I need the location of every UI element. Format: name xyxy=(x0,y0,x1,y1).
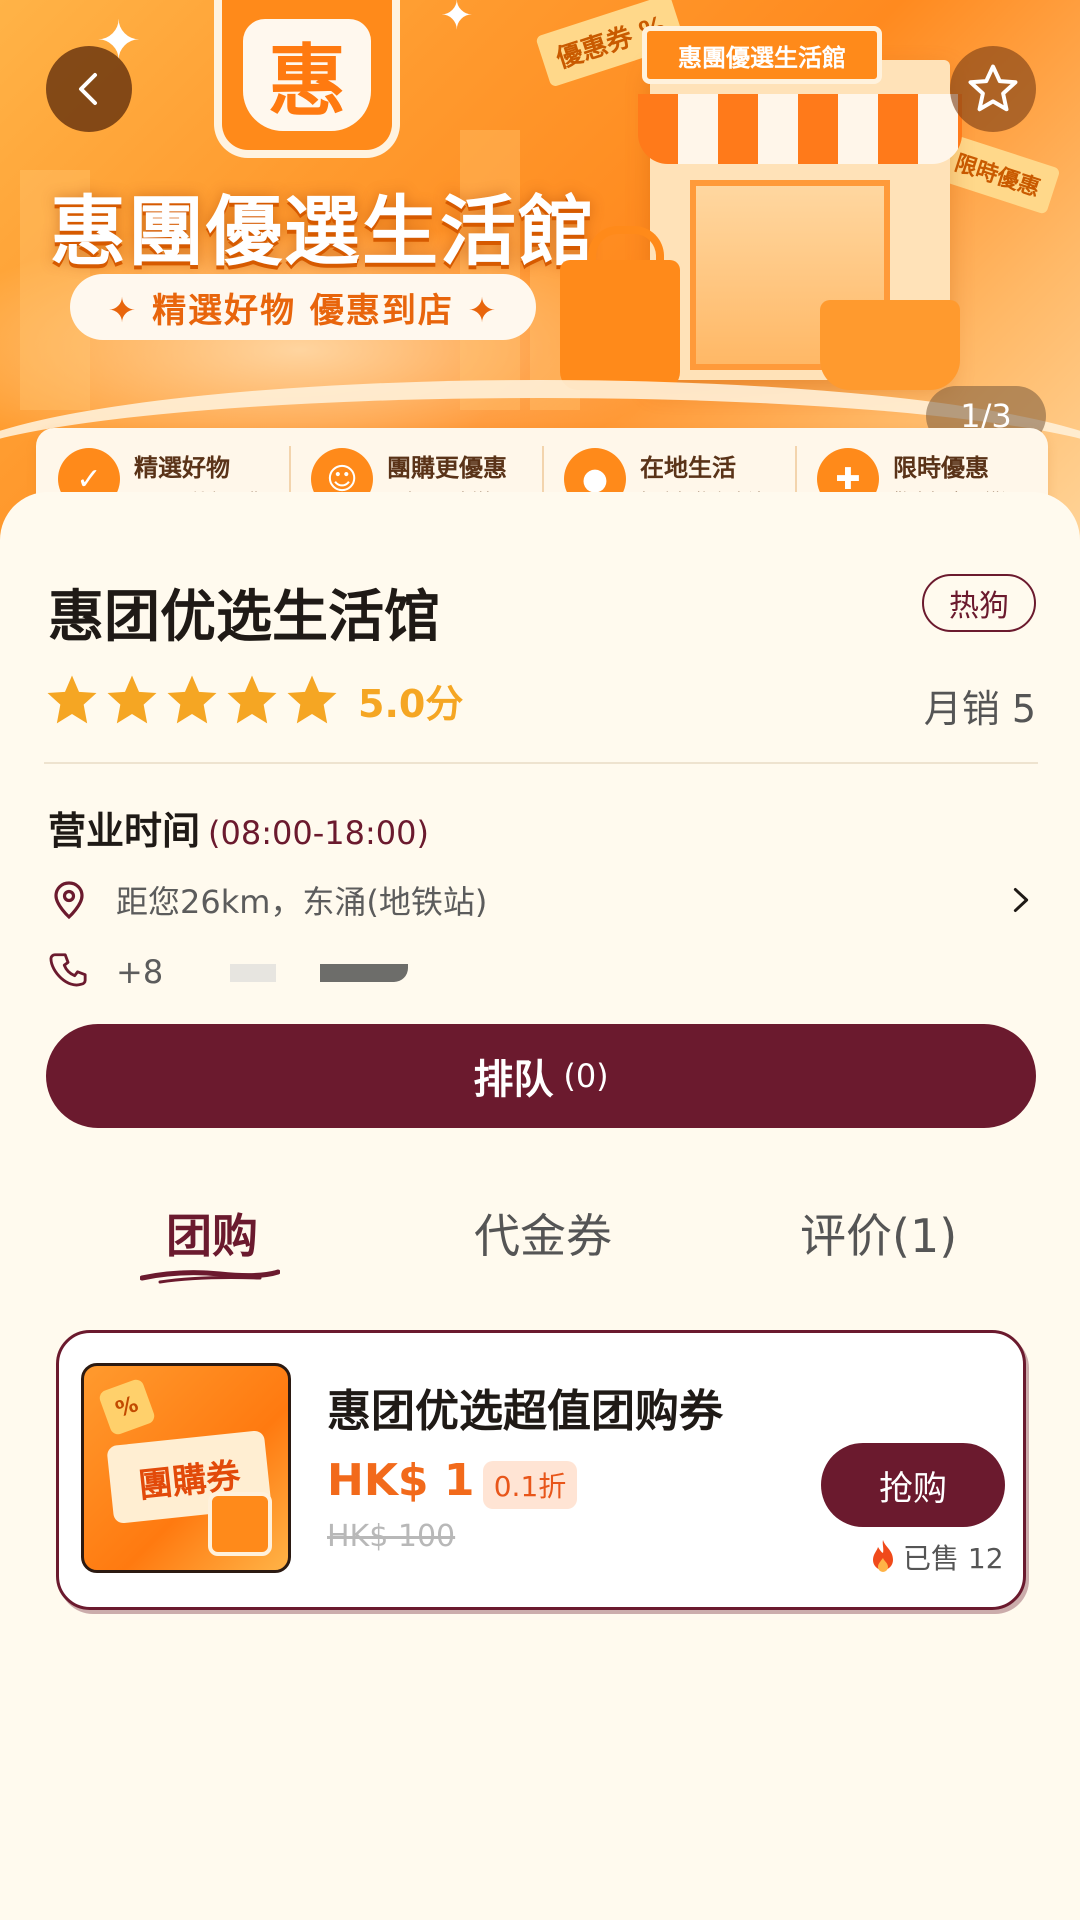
phone-row[interactable]: +8 xyxy=(48,944,163,1000)
redaction-mask xyxy=(320,964,408,982)
basket-illustration xyxy=(820,300,960,390)
redaction-mask xyxy=(230,964,276,982)
star-outline-icon xyxy=(968,64,1018,112)
original-price: HK$ 100 xyxy=(327,1519,456,1554)
location-pin-icon xyxy=(54,881,84,920)
banner-subtitle: ✦ 精選好物 優惠到店 ✦ xyxy=(70,274,536,340)
star-icon xyxy=(107,675,157,724)
deal-card[interactable]: % 團購券 惠团优选超值团购券 HK$ 1 0.1折 HK$ 100 抢购 已售… xyxy=(56,1330,1026,1610)
feature-title: 團購更優惠 xyxy=(387,454,507,482)
queue-button[interactable]: 排队 (0) xyxy=(46,1024,1036,1128)
hours-label: 营业时间 xyxy=(48,809,201,853)
hours-value: (08:00-18:00) xyxy=(208,814,429,852)
buy-button[interactable]: 抢购 xyxy=(821,1443,1005,1527)
shopping-bag-illustration xyxy=(560,226,680,390)
discount-badge: 0.1折 xyxy=(483,1461,577,1509)
favorite-button[interactable] xyxy=(950,46,1036,132)
discount-tag-icon: % xyxy=(97,1377,157,1437)
deal-title: 惠团优选超值团购券 xyxy=(327,1386,723,1437)
tab-reviews[interactable]: 评价(1) xyxy=(800,1200,957,1266)
sparkle-icon: ✦ xyxy=(440,0,474,39)
sold-text: 已售 12 xyxy=(903,1542,1004,1575)
chevron-left-icon xyxy=(79,73,97,105)
star-icon xyxy=(227,675,277,724)
shop-name: 惠团优选生活馆 xyxy=(48,584,440,650)
divider xyxy=(44,762,1038,764)
star-icon xyxy=(167,675,217,724)
fire-icon xyxy=(873,1540,893,1572)
shop-category-tag[interactable]: 热狗 xyxy=(922,574,1036,632)
storefront-sign: 惠團優選生活館 xyxy=(642,26,882,84)
tab-voucher[interactable]: 代金券 xyxy=(474,1200,612,1266)
back-button[interactable] xyxy=(46,46,132,132)
feature-title: 在地生活 xyxy=(640,454,736,482)
tab-group-buy[interactable]: 团购 xyxy=(166,1200,258,1266)
queue-label: 排队 xyxy=(473,1057,554,1103)
shopping-bag-icon xyxy=(208,1492,272,1556)
address-row[interactable]: 距您26km，东涌(地铁站) xyxy=(48,872,1038,928)
brand-logo: 惠 xyxy=(214,0,400,158)
rating-stars: 5.0分 xyxy=(44,672,463,728)
chevron-right-icon xyxy=(1013,888,1029,912)
feature-title: 限時優惠 xyxy=(893,454,989,482)
queue-count: (0) xyxy=(563,1057,609,1095)
phone-number: +8 xyxy=(116,953,164,991)
star-icon xyxy=(47,675,97,724)
deal-image: % 團購券 xyxy=(81,1363,291,1573)
storefront-awning xyxy=(638,94,962,164)
business-hours: 营业时间 (08:00-18:00) xyxy=(48,800,429,855)
star-icon xyxy=(287,675,337,724)
banner-title: 惠團優選生活館 xyxy=(50,187,596,276)
active-tab-indicator xyxy=(140,1269,280,1284)
feature-title: 精選好物 xyxy=(134,454,230,482)
sold-count: 已售 12 xyxy=(867,1537,1004,1577)
brand-logo-char: 惠 xyxy=(243,19,371,131)
address-text: 距您26km，东涌(地铁站) xyxy=(116,883,488,921)
phone-icon xyxy=(49,953,87,987)
deal-price: HK$ 1 xyxy=(327,1455,475,1506)
monthly-sales: 月销 5 xyxy=(923,687,1036,731)
rating-score: 5.0分 xyxy=(358,681,464,726)
